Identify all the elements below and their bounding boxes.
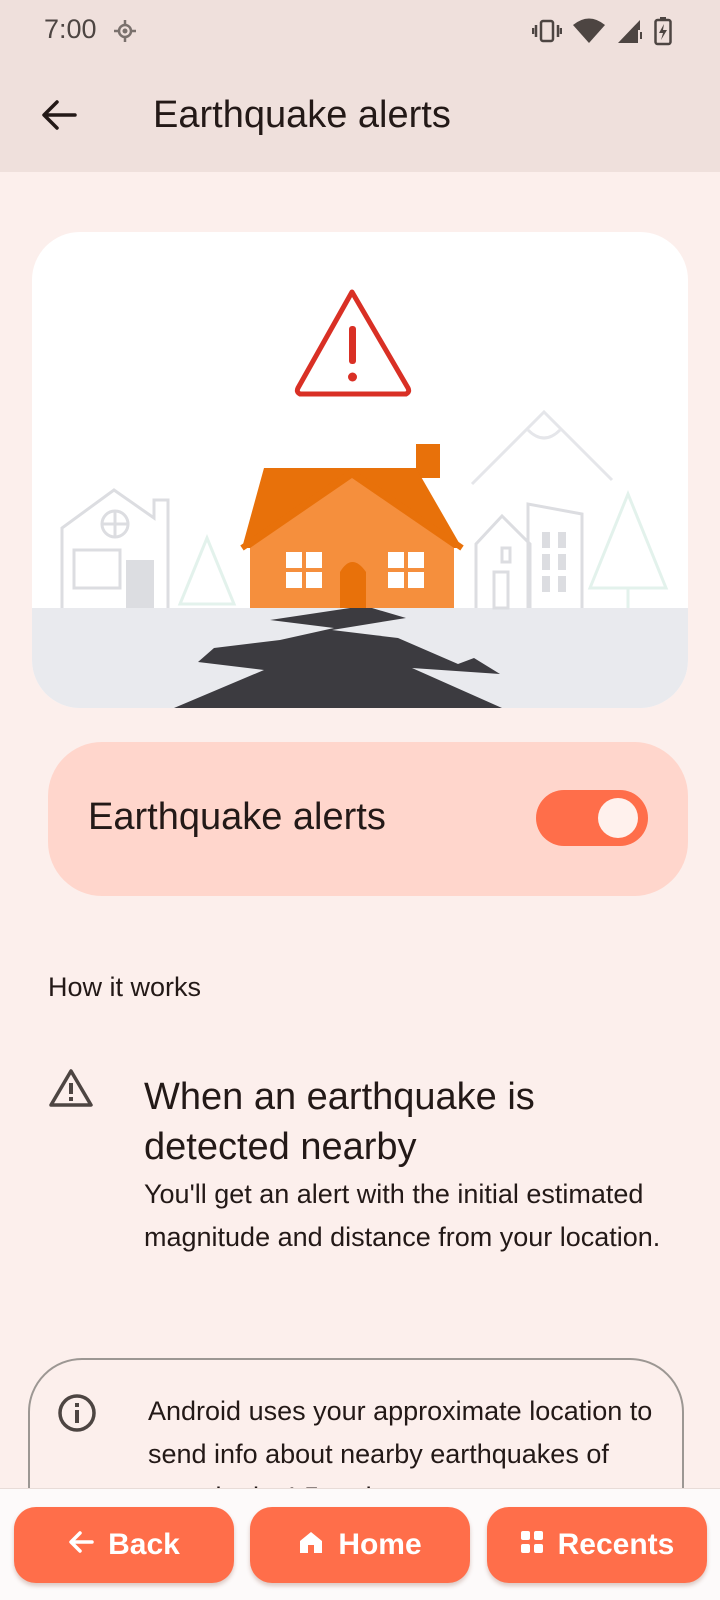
switch-knob (598, 798, 638, 838)
nav-recents-label: Recents (557, 1528, 675, 1561)
earthquake-alerts-switch[interactable] (536, 790, 648, 846)
item-body: You'll get an alert with the initial est… (144, 1179, 661, 1252)
vibrate-icon (531, 18, 563, 49)
info-icon (56, 1392, 98, 1439)
arrow-back-icon[interactable] (34, 90, 84, 140)
nav-back-button[interactable]: Back (14, 1507, 234, 1583)
nav-home-button[interactable]: Home (250, 1507, 470, 1583)
toggle-label: Earthquake alerts (88, 796, 386, 838)
page-title: Earthquake alerts (153, 94, 451, 136)
warning-icon (48, 1068, 94, 1113)
wifi-icon (572, 18, 606, 49)
location-icon (112, 18, 138, 49)
signal-icon (616, 18, 644, 49)
recents-icon (520, 1528, 544, 1562)
status-bar: 7:00 (0, 0, 720, 60)
status-time: 7:00 (44, 14, 97, 44)
arrow-back-icon (68, 1528, 94, 1562)
nav-recents-button[interactable]: Recents (487, 1507, 707, 1583)
home-icon (298, 1528, 324, 1562)
app-bar: Earthquake alerts (0, 60, 720, 172)
navigation-bar: Back Home Recents (0, 1488, 720, 1600)
earthquake-alerts-toggle-row[interactable]: Earthquake alerts (48, 742, 688, 896)
status-icons (531, 16, 672, 51)
battery-charging-icon (654, 16, 672, 51)
nav-back-label: Back (108, 1528, 180, 1561)
item-title: When an earthquake is detected nearby (144, 1076, 535, 1168)
section-heading: How it works (48, 972, 202, 1002)
nav-home-label: Home (338, 1528, 422, 1561)
hero-illustration (32, 232, 688, 708)
